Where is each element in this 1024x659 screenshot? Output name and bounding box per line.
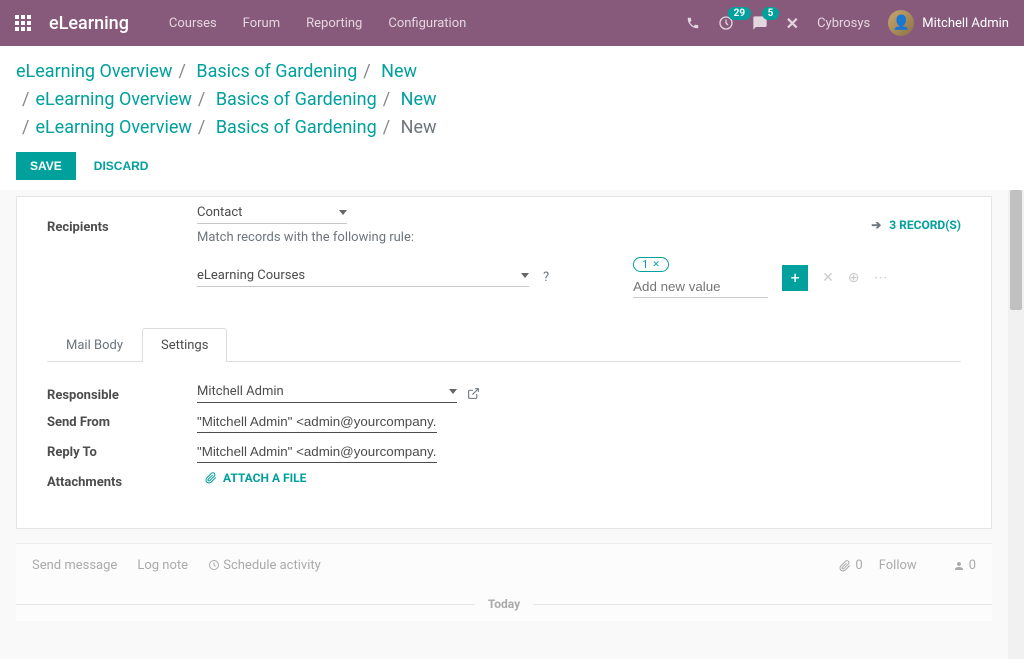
phone-icon[interactable] [686, 16, 700, 30]
reply-to-input[interactable] [197, 441, 437, 463]
messages-icon[interactable]: 5 [752, 15, 768, 31]
form-card: Recipients Contact Match records with th… [16, 196, 992, 529]
add-node-icon[interactable]: ⊕ [848, 270, 860, 286]
bc-link[interactable]: Basics of Gardening [216, 117, 377, 138]
messages-badge: 5 [762, 7, 780, 20]
responsible-label: Responsible [47, 384, 197, 403]
attachment-count[interactable]: 0 [839, 558, 862, 573]
bc-link[interactable]: eLearning Overview [35, 117, 191, 138]
nav-configuration[interactable]: Configuration [388, 16, 466, 31]
bc-link[interactable]: New [401, 89, 437, 110]
tabs: Mail Body Settings [47, 328, 961, 362]
bc-link[interactable]: New [381, 61, 417, 82]
follower-count[interactable]: 0 [953, 558, 976, 573]
schedule-activity-button[interactable]: Schedule activity [208, 558, 321, 573]
filter-tag[interactable]: 1 ✕ [633, 257, 669, 272]
avatar: 👤 [888, 10, 914, 36]
records-link[interactable]: ➔ 3 RECORD(S) [871, 218, 961, 232]
bc-link[interactable]: Basics of Gardening [196, 61, 357, 82]
top-navbar: eLearning Courses Forum Reporting Config… [0, 0, 1024, 46]
attachments-label: Attachments [47, 471, 197, 490]
save-button[interactable]: SAVE [16, 152, 76, 180]
breadcrumb: eLearning Overview/ Basics of Gardening/… [16, 58, 1008, 142]
log-note-button[interactable]: Log note [137, 558, 188, 573]
activity-icon[interactable]: 29 [718, 15, 734, 31]
send-from-input[interactable] [197, 411, 437, 433]
bc-link[interactable]: eLearning Overview [35, 89, 191, 110]
user-menu[interactable]: 👤 Mitchell Admin [888, 10, 1009, 36]
nav-courses[interactable]: Courses [169, 16, 217, 31]
company-name[interactable]: Cybrosys [817, 16, 870, 31]
delete-node-icon[interactable]: ✕ [822, 270, 834, 286]
chevron-down-icon [521, 273, 529, 278]
follow-button[interactable]: Follow [879, 558, 917, 573]
scrollbar[interactable] [1008, 190, 1024, 659]
add-value-input[interactable] [633, 276, 768, 298]
settings-panel: Responsible Mitchell Admin Send From [47, 362, 961, 490]
chevron-down-icon [339, 210, 347, 215]
attach-file-button[interactable]: ATTACH A FILE [205, 471, 961, 485]
help-icon[interactable]: ? [543, 270, 549, 285]
chatter: Send message Log note Schedule activity … [16, 543, 992, 621]
nav-forum[interactable]: Forum [243, 16, 280, 31]
activity-badge: 29 [728, 7, 751, 20]
nav-links: Courses Forum Reporting Configuration [169, 16, 466, 31]
more-icon[interactable]: ⋯ [874, 270, 888, 286]
filter-field-select[interactable]: eLearning Courses [197, 268, 529, 287]
discard-button[interactable]: DISCARD [94, 159, 149, 173]
reply-to-label: Reply To [47, 441, 197, 460]
responsible-select[interactable]: Mitchell Admin [197, 384, 457, 403]
add-filter-button[interactable]: + [782, 265, 808, 291]
app-brand: eLearning [49, 13, 129, 34]
bc-link[interactable]: eLearning Overview [16, 61, 172, 82]
breadcrumb-area: eLearning Overview/ Basics of Gardening/… [0, 46, 1024, 190]
tab-mail-body[interactable]: Mail Body [47, 328, 142, 362]
apps-icon[interactable] [15, 15, 31, 31]
bc-link[interactable]: Basics of Gardening [216, 89, 377, 110]
today-separator: Today [16, 587, 992, 621]
send-message-button[interactable]: Send message [32, 558, 117, 573]
arrow-right-icon: ➔ [871, 218, 881, 232]
recipients-label: Recipients [47, 216, 197, 235]
recipients-select[interactable]: Contact [197, 205, 347, 224]
chevron-down-icon [449, 389, 457, 394]
close-icon[interactable]: ✕ [786, 14, 799, 33]
match-hint: Match records with the following rule: [197, 230, 871, 245]
scrollbar-thumb[interactable] [1010, 190, 1022, 310]
remove-tag-icon[interactable]: ✕ [652, 260, 660, 270]
send-from-label: Send From [47, 411, 197, 430]
user-name: Mitchell Admin [922, 16, 1009, 31]
tab-settings[interactable]: Settings [142, 328, 227, 362]
nav-reporting[interactable]: Reporting [306, 16, 362, 31]
external-link-icon[interactable] [467, 387, 480, 400]
bc-current: New [401, 117, 437, 138]
